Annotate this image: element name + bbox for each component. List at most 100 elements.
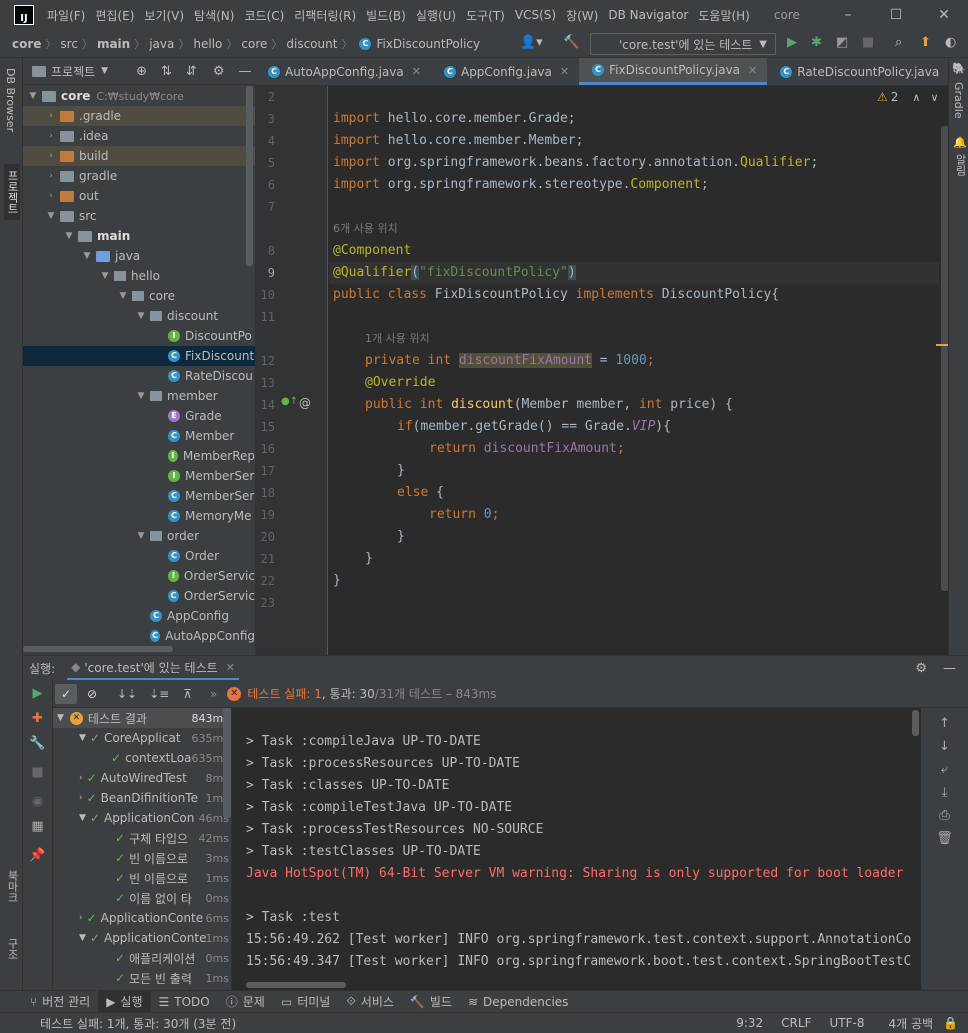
file-encoding[interactable]: UTF-8 [829,1016,864,1030]
run-tab[interactable]: ◆ 'core.test'에 있는 테스트 ✕ [67,656,239,680]
tree-node-hello[interactable]: ▼ hello [23,266,255,286]
project-tab[interactable]: 프로젝트 [4,164,20,220]
caret-position[interactable]: 9:32 [736,1016,763,1030]
breadcrumb-class[interactable]: FixDiscountPolicy [376,37,480,51]
arrow-up-icon[interactable]: ↑ [921,716,968,731]
test-node[interactable]: › ✓ AutoWiredTest 8ms [53,768,231,788]
test-node[interactable]: ✓ 애플리케이션 0ms [53,948,231,968]
tree-node-member[interactable]: ▼ member [23,386,255,406]
tree-node-root[interactable]: ▼ core C:₩study₩core [23,86,255,106]
project-hscrollbar[interactable] [23,646,173,652]
implements-marker-icon[interactable]: ●↑ [281,396,298,407]
update-icon[interactable]: ⬆ [920,35,931,50]
gradle-tab[interactable]: Gradle [952,82,965,119]
expand-icon[interactable]: ⊼ [183,687,192,701]
maximize-icon[interactable]: ☐ [872,7,920,23]
hammer-build-icon[interactable]: 🔨 [563,35,579,50]
plugin-logo-icon[interactable]: ◐ [945,35,956,50]
stop-icon[interactable]: ■ [862,35,874,50]
menu-help[interactable]: 도움말(H) [693,7,755,24]
override-marker-icon[interactable]: @ [299,396,311,410]
run-icon[interactable]: ▶ [787,35,797,50]
hide-icon[interactable]: — [943,661,956,676]
search-icon[interactable]: ⌕ [895,35,902,50]
eye-icon[interactable]: ◉ [23,794,52,809]
breadcrumb-discount[interactable]: discount [286,37,337,51]
pin-icon[interactable]: 📌 [23,848,52,863]
inspection-widget[interactable]: ⚠ 2 ∧ ∨ [877,90,939,104]
tree-node-idea[interactable]: › .idea [23,126,255,146]
indent-setting[interactable]: 4개 공백 [888,1015,933,1032]
test-node[interactable]: ▼ ✓ CoreApplicat 635ms [53,728,231,748]
tree-node-orderservice[interactable]: I OrderServic [23,566,255,586]
tree-node-order-class[interactable]: C Order [23,546,255,566]
tool-terminal[interactable]: ▭ 터미널 [273,991,338,1013]
test-node[interactable]: ✓ 빈 이름으로 1ms [53,868,231,888]
test-node[interactable]: ✓ 모든 빈 출력 1ms [53,968,231,988]
chevron-down-icon[interactable]: ∨ [930,91,938,104]
structure-tab[interactable]: 구조 [4,938,20,960]
test-node[interactable]: ▼ ✓ ApplicationCon 46ms [53,808,231,828]
tree-node-grade[interactable]: E Grade [23,406,255,426]
status-message[interactable]: 테스트 실패: 1개, 통과: 30개 (3분 전) [40,1015,236,1032]
menu-navigate[interactable]: 탐색(N) [189,7,239,24]
test-node[interactable]: ✓ 구체 타입으 42ms [53,828,231,848]
menu-window[interactable]: 창(W) [561,7,603,24]
usages-hint[interactable]: 6개 사용 위치 [333,218,398,240]
more-icon[interactable]: » [210,687,217,701]
test-node-root[interactable]: ▼ ✕ 테스트 결과 843ms [53,708,231,728]
minimize-icon[interactable]: – [824,7,872,23]
user-icon[interactable]: 👤▾ [520,35,543,50]
tree-node-discountpolicy[interactable]: I DiscountPo [23,326,255,346]
tab-ratediscountpolicy[interactable]: CRateDiscountPolicy.java✕ [767,58,966,85]
menu-tools[interactable]: 도구(T) [461,7,510,24]
rerun-icon[interactable]: ▶ [23,686,52,701]
tool-run[interactable]: ▶ 실행 [98,990,151,1013]
print-icon[interactable]: ⎙ [921,808,968,823]
tab-appconfig[interactable]: C AppConfig.java ✕ [431,58,579,85]
console-scrollbar[interactable] [912,710,919,736]
breadcrumb-main[interactable]: main [97,37,130,51]
tool-services[interactable]: ⟐ 서비스 [338,991,402,1013]
breadcrumb-java[interactable]: java [149,37,174,51]
gear-icon[interactable]: ⚙ [213,64,225,79]
expand-all-icon[interactable]: ⇅ [161,64,172,79]
tree-node-src[interactable]: ▼ src [23,206,255,226]
arrow-down-icon[interactable]: ↓ [921,739,968,754]
console-output[interactable]: > Task :compileJava UP-TO-DATE > Task :p… [231,708,921,990]
tree-node-member-class[interactable]: C Member [23,426,255,446]
tab-fixdiscountpolicy[interactable]: C FixDiscountPolicy.java ✕ [579,58,768,85]
close-icon[interactable]: ✕ [920,7,968,23]
warning-marker[interactable] [936,344,948,346]
test-node[interactable]: › ✓ BeanDifinitionTe 1ms [53,788,231,808]
soft-wrap-icon[interactable]: ⤶ [921,762,968,777]
menu-vcs[interactable]: VCS(S) [510,8,561,22]
test-node[interactable]: ▼ ✓ ApplicationConte 1ms [53,928,231,948]
show-passed-icon[interactable]: ✓ [55,683,77,704]
tool-todo[interactable]: ☰ TODO [151,991,218,1013]
run-config-dropdown[interactable]: 'core.test'에 있는 테스트 ▼ [590,33,776,55]
tree-node-order[interactable]: ▼ order [23,526,255,546]
tree-node-java[interactable]: ▼ java [23,246,255,266]
sort-duration-icon[interactable]: ⇣≡ [149,687,169,701]
tree-node-orderserviceimpl[interactable]: C OrderServic [23,586,255,606]
test-node[interactable]: ✓ 이름 없이 타 0ms [53,888,231,908]
tree-node-gradle[interactable]: › gradle [23,166,255,186]
tree-node-main[interactable]: ▼ main [23,226,255,246]
menu-refactor[interactable]: 리팩터링(R) [289,7,361,24]
debug-icon[interactable]: ✱ [811,35,822,50]
tree-node-build[interactable]: › build [23,146,255,166]
wrench-icon[interactable]: 🔧 [23,736,52,751]
hide-icon[interactable]: — [238,64,251,79]
lock-icon[interactable]: 🔒 [943,1016,958,1030]
locate-icon[interactable]: ⊕ [136,64,147,79]
tree-node-autoappconfig[interactable]: C AutoAppConfig [23,626,255,646]
project-scrollbar[interactable] [246,86,253,266]
line-separator[interactable]: CRLF [781,1016,811,1030]
project-panel-title[interactable]: 프로젝트 [51,63,95,80]
test-tree-scrollbar[interactable] [223,708,231,818]
console-hscrollbar[interactable] [246,982,346,988]
stop-icon[interactable]: ■ [23,765,52,780]
tree-node-memorymemberrepository[interactable]: C MemoryMe [23,506,255,526]
rerun-failed-icon[interactable]: ✚ [23,711,52,726]
